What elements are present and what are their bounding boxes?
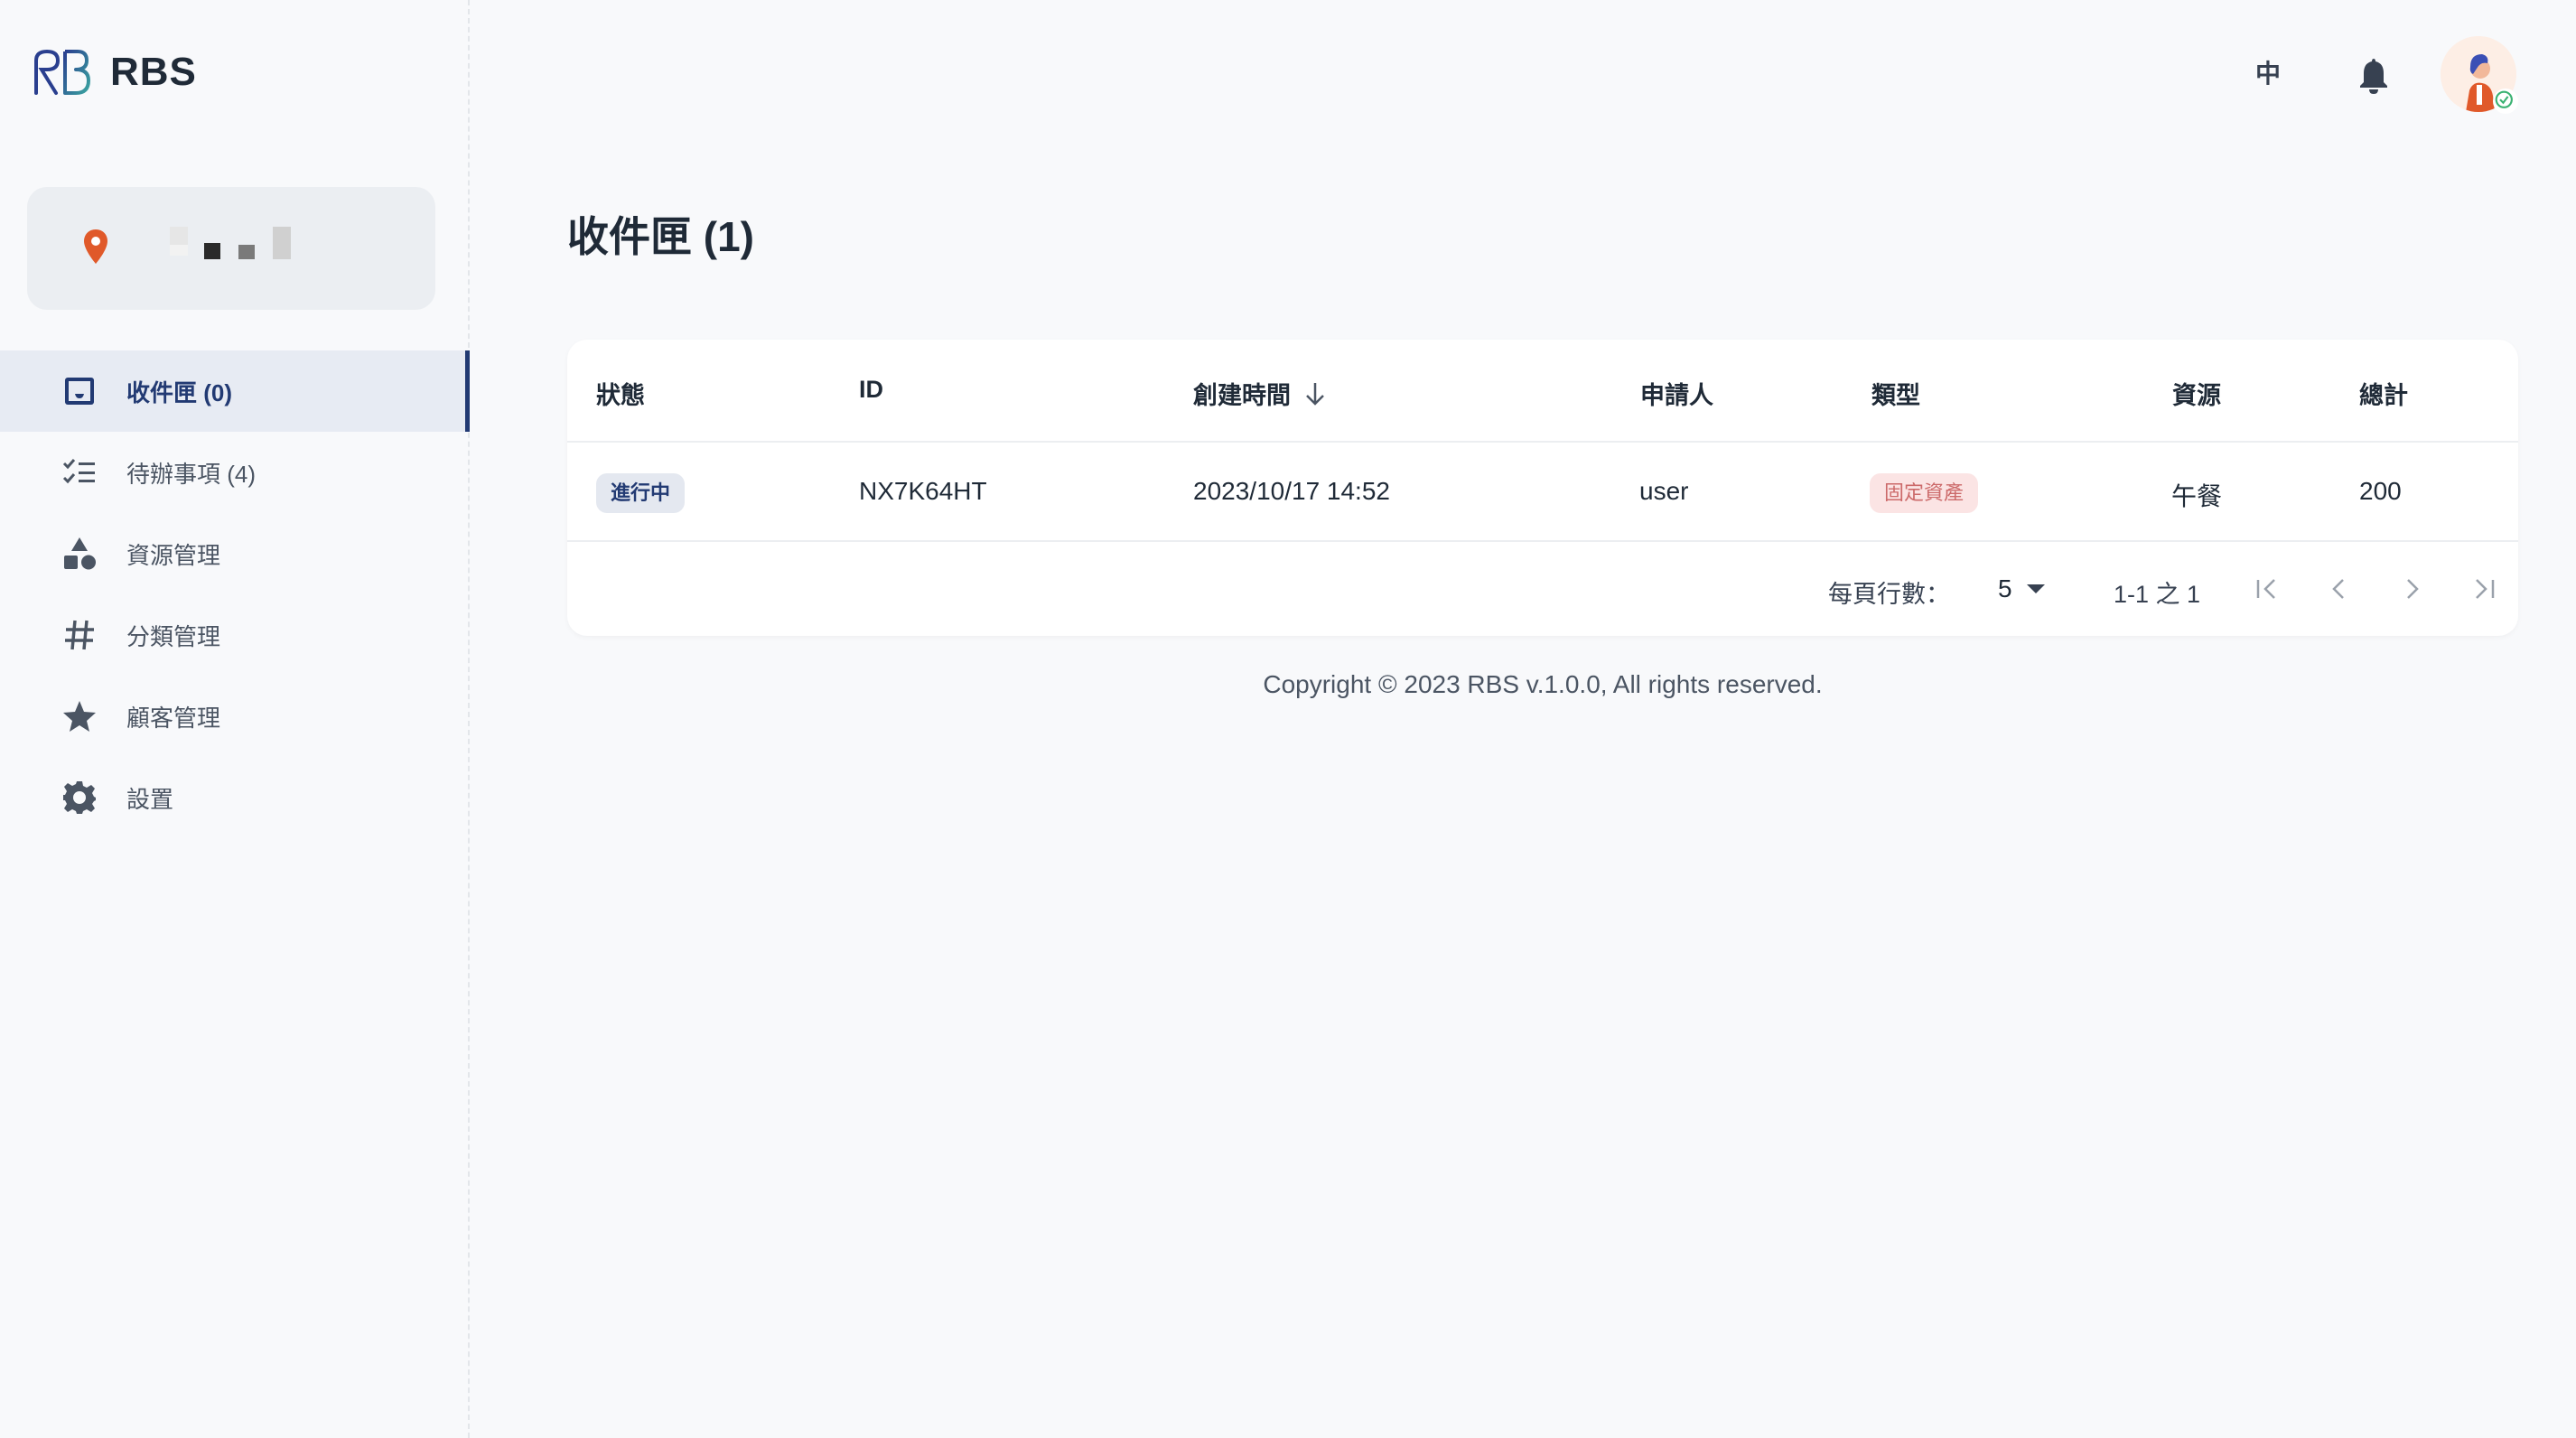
location-selector[interactable]	[27, 187, 435, 310]
footer-copyright: Copyright © 2023 RBS v.1.0.0, All rights…	[1263, 670, 1823, 698]
inbox-table-card: 狀態 ID 創建時間 申請人 類型 資源 總計 進行中 NX7K64HT 202…	[567, 340, 2518, 636]
location-name-redacted-part	[204, 243, 220, 259]
previous-page-button[interactable]	[2321, 571, 2357, 607]
cell-created: 2023/10/17 14:52	[1193, 477, 1390, 505]
table-row[interactable]: 進行中 NX7K64HT 2023/10/17 14:52 user 固定資產 …	[567, 443, 2518, 542]
status-badge: 進行中	[596, 473, 686, 513]
pagination: 每頁行數： 5 1-1 之 1	[567, 542, 2518, 636]
sidebar-item-label: 分類管理	[126, 622, 221, 650]
sidebar-item-label: 設置	[126, 785, 174, 813]
page-title: 收件匣 (1)	[567, 213, 754, 260]
sidebar-item-inbox[interactable]: 收件匣 (0)	[0, 350, 470, 432]
checklist-icon	[61, 454, 98, 490]
rb-logo-icon	[34, 49, 90, 95]
next-page-button[interactable]	[2394, 571, 2430, 607]
location-name-redacted-part	[273, 227, 291, 259]
location-name-redacted-part	[170, 245, 188, 256]
language-toggle[interactable]: 中	[2254, 56, 2282, 92]
hash-icon	[61, 617, 98, 653]
cell-applicant: user	[1639, 477, 1689, 505]
cell-id: NX7K64HT	[859, 477, 987, 505]
column-header-total[interactable]: 總計	[2359, 376, 2408, 411]
last-page-icon	[2476, 579, 2495, 599]
rows-per-page-select[interactable]: 5	[1998, 574, 2045, 603]
sidebar-item-todo[interactable]: 待辦事項 (4)	[0, 432, 470, 513]
column-header-label: 創建時間	[1193, 382, 1291, 409]
sidebar-item-settings[interactable]: 設置	[0, 757, 470, 838]
chevron-right-icon	[2407, 579, 2419, 599]
last-page-button[interactable]	[2466, 571, 2502, 607]
sidebar: RBS 收件匣 (0) 待辦事項 (4) 資源管理 分類管理 顧客管理 設置	[0, 0, 470, 1438]
online-status-icon	[2493, 89, 2518, 114]
sidebar-item-resources[interactable]: 資源管理	[0, 513, 470, 594]
chevron-down-icon	[2026, 584, 2045, 593]
cell-resource: 午餐	[2171, 482, 2223, 510]
sidebar-item-label: 資源管理	[126, 541, 221, 569]
table-header: 狀態 ID 創建時間 申請人 類型 資源 總計	[567, 340, 2518, 443]
column-header-applicant[interactable]: 申請人	[1640, 376, 1713, 411]
sidebar-nav: 收件匣 (0) 待辦事項 (4) 資源管理 分類管理 顧客管理 設置	[0, 350, 470, 838]
column-header-type[interactable]: 類型	[1871, 376, 1920, 411]
sidebar-item-customers[interactable]: 顧客管理	[0, 676, 470, 757]
shapes-icon	[61, 536, 98, 572]
first-page-icon	[2256, 579, 2275, 599]
column-header-resource[interactable]: 資源	[2172, 376, 2221, 411]
sidebar-item-categories[interactable]: 分類管理	[0, 594, 470, 676]
gear-icon	[61, 780, 98, 816]
location-name-redacted	[170, 227, 188, 245]
cell-total: 200	[2359, 477, 2402, 505]
rows-per-page-label: 每頁行數：	[1828, 581, 1950, 608]
bell-icon[interactable]	[2356, 56, 2392, 96]
brand[interactable]: RBS	[31, 45, 197, 99]
column-header-created[interactable]: 創建時間	[1193, 376, 1327, 411]
sidebar-item-label: 收件匣 (0)	[126, 378, 233, 406]
rows-per-page-value: 5	[1998, 574, 2012, 602]
inbox-icon	[61, 373, 98, 409]
sidebar-item-label: 顧客管理	[126, 704, 221, 732]
star-icon	[61, 698, 98, 734]
first-page-button[interactable]	[2249, 571, 2285, 607]
column-header-status[interactable]: 狀態	[596, 376, 645, 411]
sidebar-item-label: 待辦事項 (4)	[126, 460, 257, 488]
pagination-range: 1-1 之 1	[2114, 581, 2201, 608]
location-name-redacted-part	[238, 245, 255, 259]
brand-name: RBS	[110, 50, 197, 94]
chevron-left-icon	[2332, 579, 2344, 599]
sort-down-arrow-icon[interactable]	[1303, 380, 1327, 407]
type-badge: 固定資產	[1870, 473, 1979, 513]
map-pin-icon	[84, 229, 107, 264]
column-header-id[interactable]: ID	[859, 376, 883, 404]
